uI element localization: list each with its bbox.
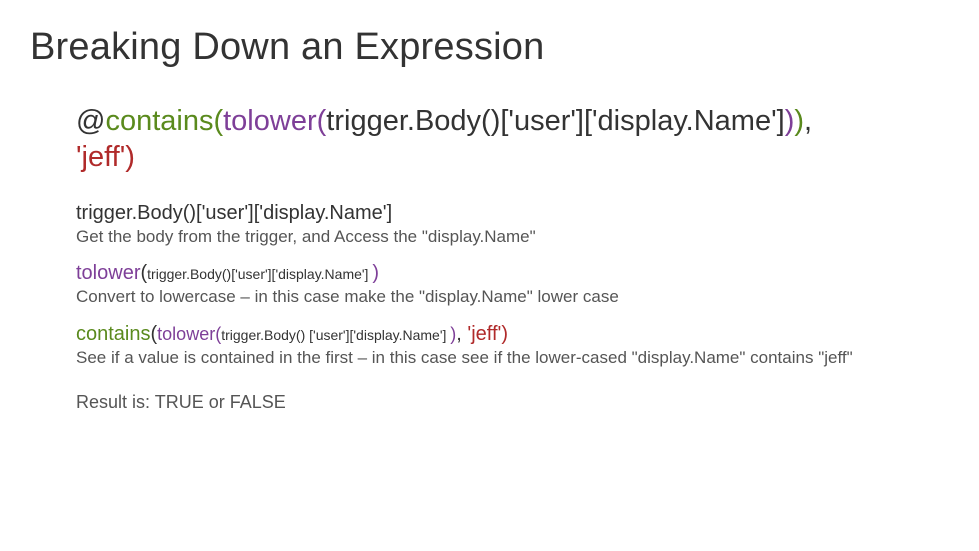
expr-tolower-close: ) bbox=[785, 105, 795, 137]
slide-title: Breaking Down an Expression bbox=[30, 26, 949, 69]
slide-content: @contains(tolower(trigger.Body()['user']… bbox=[30, 103, 949, 413]
expr-at: @ bbox=[76, 105, 105, 137]
fragment: trigger.Body()['user']['display.Name'] bbox=[147, 266, 372, 282]
expr-jeff: 'jeff') bbox=[76, 141, 135, 173]
fragment: tolower( bbox=[157, 324, 221, 344]
expr-contains-close: ) bbox=[794, 105, 804, 137]
part-desc: Convert to lowercase – in this case make… bbox=[76, 286, 929, 309]
fragment: trigger.Body bbox=[76, 202, 183, 224]
slide: Breaking Down an Expression @contains(to… bbox=[0, 0, 979, 551]
part-head: trigger.Body()['user']['display.Name'] bbox=[76, 200, 929, 226]
expr-tolower-open: tolower( bbox=[223, 105, 326, 137]
expr-comma: , bbox=[804, 105, 812, 137]
breakdown-part-contains: contains(tolower(trigger.Body() ['user']… bbox=[76, 321, 929, 370]
part-head: tolower(trigger.Body()['user']['display.… bbox=[76, 260, 929, 286]
fragment: 'jeff') bbox=[462, 323, 508, 345]
breakdown-part-tolower: tolower(trigger.Body()['user']['display.… bbox=[76, 260, 929, 309]
fragment: ) bbox=[372, 262, 379, 284]
fragment: trigger.Body() ['user']['display.Name'] bbox=[221, 327, 450, 343]
fragment: contains bbox=[76, 323, 151, 345]
part-desc: See if a value is contained in the first… bbox=[76, 347, 929, 370]
fragment: tolower bbox=[76, 262, 140, 284]
part-desc: Get the body from the trigger, and Acces… bbox=[76, 226, 929, 249]
expr-trigger: trigger.Body()['user']['display.Name'] bbox=[326, 105, 784, 137]
fragment: ()['user']['display.Name'] bbox=[183, 202, 392, 224]
full-expression: @contains(tolower(trigger.Body()['user']… bbox=[76, 103, 929, 176]
part-head: contains(tolower(trigger.Body() ['user']… bbox=[76, 321, 929, 347]
expr-contains-open: contains( bbox=[105, 105, 223, 137]
result-text: Result is: TRUE or FALSE bbox=[76, 392, 929, 413]
breakdown-part-trigger: trigger.Body()['user']['display.Name'] G… bbox=[76, 200, 929, 249]
